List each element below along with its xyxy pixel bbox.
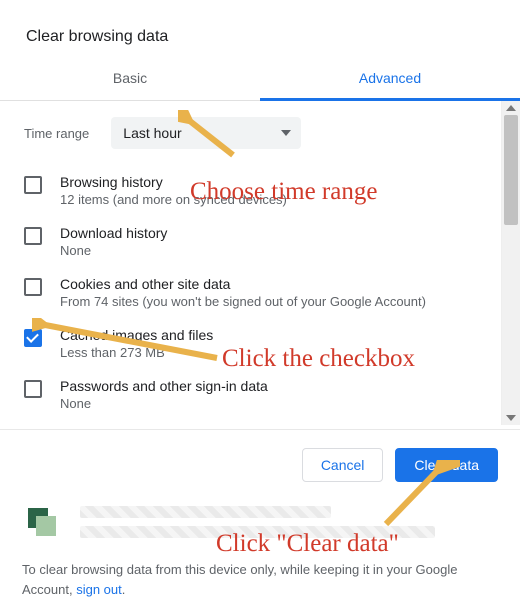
option-title: Cached images and files (60, 327, 213, 343)
option-passwords: Passwords and other sign-in data None (24, 369, 490, 420)
checkbox-download-history[interactable] (24, 227, 42, 245)
option-detail: None (60, 396, 268, 411)
account-footer: To clear browsing data from this device … (0, 496, 520, 599)
option-detail: Less than 273 MB (60, 345, 213, 360)
time-range-select-wrap: Last hour (111, 117, 301, 149)
checkbox-browsing-history[interactable] (24, 176, 42, 194)
option-detail: From 74 sites (you won't be signed out o… (60, 294, 426, 309)
option-download-history: Download history None (24, 216, 490, 267)
dialog-actions: Cancel Clear data (0, 430, 520, 496)
option-cookies: Cookies and other site data From 74 sites… (24, 267, 490, 318)
checkbox-passwords[interactable] (24, 380, 42, 398)
time-range-row: Time range Last hour (24, 107, 490, 165)
option-title: Browsing history (60, 174, 287, 190)
footer-text-post: . (122, 582, 126, 597)
option-title: Passwords and other sign-in data (60, 378, 268, 394)
option-cached: Cached images and files Less than 273 MB (24, 318, 490, 369)
option-title: Cookies and other site data (60, 276, 426, 292)
time-range-select[interactable]: Last hour (111, 117, 301, 149)
tab-advanced[interactable]: Advanced (260, 60, 520, 101)
options-scroll-area: Time range Last hour Browsing history 12 … (0, 101, 520, 425)
tab-basic[interactable]: Basic (0, 60, 260, 100)
option-title: Download history (60, 225, 167, 241)
avatar (22, 502, 62, 542)
option-autofill: Autofill form data (24, 420, 490, 425)
checkbox-cached[interactable] (24, 329, 42, 347)
checkbox-cookies[interactable] (24, 278, 42, 296)
scrollbar[interactable] (501, 101, 520, 425)
option-detail: None (60, 243, 167, 258)
option-browsing-history: Browsing history 12 items (and more on sy… (24, 165, 490, 216)
dialog-title: Clear browsing data (0, 0, 520, 60)
sign-out-link[interactable]: sign out (76, 582, 122, 597)
footer-text: To clear browsing data from this device … (22, 560, 498, 599)
option-detail: 12 items (and more on synced devices) (60, 192, 287, 207)
tab-bar: Basic Advanced (0, 60, 520, 101)
cancel-button[interactable]: Cancel (302, 448, 384, 482)
scrollbar-thumb[interactable] (504, 115, 518, 225)
clear-data-button[interactable]: Clear data (395, 448, 498, 482)
clear-browsing-data-dialog: Clear browsing data Basic Advanced Time … (0, 0, 520, 602)
profile-placeholder (80, 506, 498, 538)
time-range-label: Time range (24, 126, 89, 141)
